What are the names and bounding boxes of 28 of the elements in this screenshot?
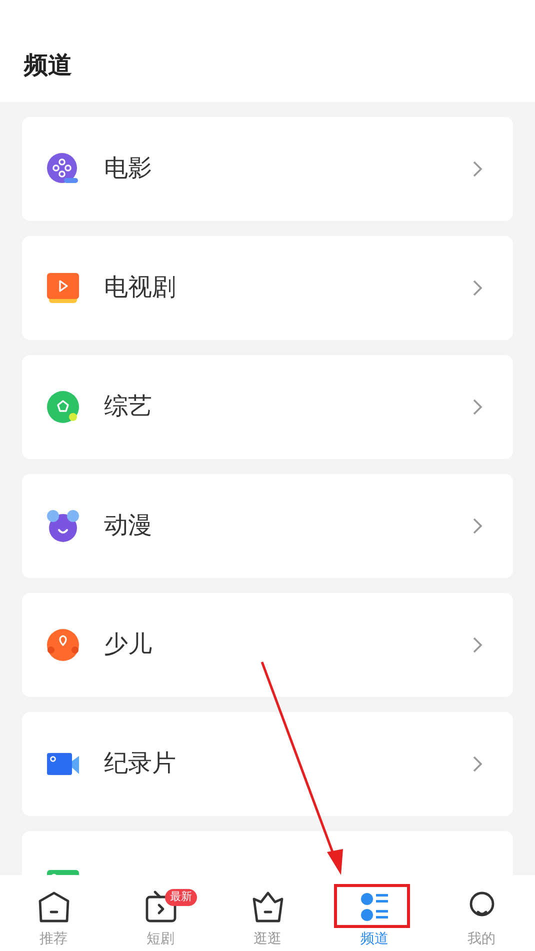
channel-name: 动漫 [104, 511, 152, 541]
channel-item[interactable]: 电影 [22, 117, 513, 221]
chevron-right-icon [471, 160, 483, 178]
channel-name: 纪录片 [104, 749, 176, 779]
home-icon [36, 890, 70, 924]
channel-name: 综艺 [104, 392, 152, 422]
channel-name: 电影 [104, 154, 152, 184]
play-screen-icon [46, 271, 80, 305]
film-reel-icon [46, 152, 80, 186]
chevron-right-icon [471, 755, 483, 773]
channel-item[interactable]: 动漫 [22, 474, 513, 578]
new-badge: 最新 [165, 889, 197, 906]
chevron-right-icon [471, 279, 483, 297]
bear-face-icon [46, 509, 80, 543]
page-title: 频道 [24, 51, 72, 81]
chevron-right-icon [471, 517, 483, 535]
basket-icon [250, 890, 284, 924]
tab-bar-item[interactable]: 最新 短剧 [107, 875, 214, 951]
channel-item[interactable]: 电视剧 [22, 236, 513, 340]
channel-item[interactable]: 少儿 [22, 593, 513, 697]
channel-name: 电视剧 [104, 273, 176, 303]
star-badge-icon [46, 390, 80, 424]
channel-item[interactable]: 纪录片 [22, 712, 513, 816]
channel-name: 少儿 [104, 630, 152, 660]
channel-item[interactable]: 综艺 [22, 355, 513, 459]
chevron-right-icon [471, 636, 483, 654]
chevron-right-icon [471, 398, 483, 416]
location-pin-icon [46, 628, 80, 662]
